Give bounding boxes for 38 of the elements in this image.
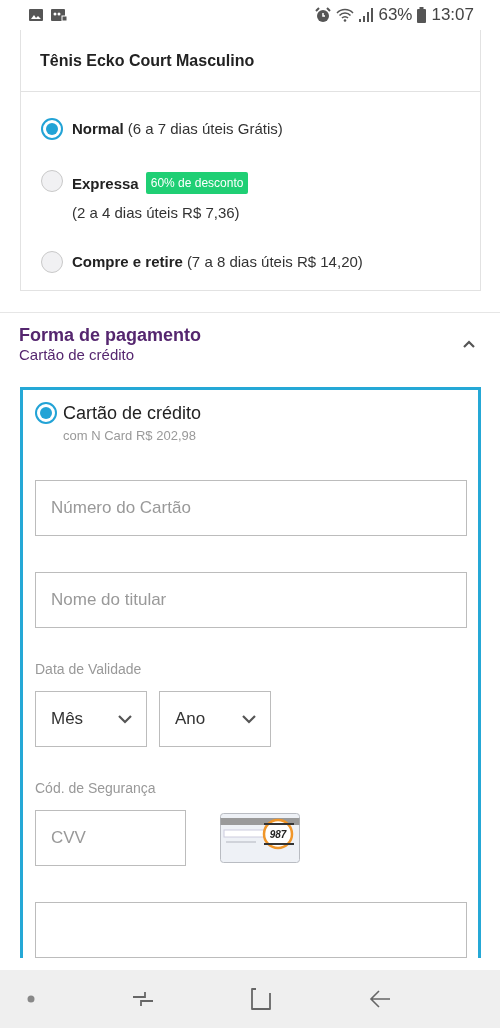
cvv-field[interactable]: CVV	[35, 810, 186, 866]
battery-percent: 63%	[378, 5, 413, 25]
payment-note: com N Card R$ 202,98	[63, 428, 196, 443]
text-field[interactable]: Nome do titular	[35, 572, 467, 628]
shipping-option-detail: (7 a 8 dias úteis R$ 14,20)	[186, 253, 363, 270]
radio-button[interactable]	[41, 118, 63, 140]
shipping-option-name: Normal	[72, 120, 124, 137]
signal-icon	[359, 8, 374, 22]
shipping-option-name: Expressa	[72, 174, 139, 192]
image-icon	[29, 9, 43, 21]
payment-method-label: Cartão de crédito	[63, 402, 202, 424]
radio-button[interactable]	[35, 402, 57, 424]
home-icon[interactable]	[250, 988, 273, 1010]
discount-badge: 60% de desconto	[145, 172, 249, 194]
radio-button[interactable]	[41, 251, 63, 273]
section-title: Forma de pagamento	[19, 325, 202, 345]
section-subtitle: Cartão de crédito	[19, 346, 135, 363]
select-field[interactable]: Mês	[35, 691, 147, 747]
wifi-icon	[336, 8, 355, 22]
shipping-option-detail: (6 a 7 dias úteis Grátis)	[127, 120, 283, 137]
app-notification-icon	[51, 9, 67, 21]
dropdown-chevron-icon	[118, 714, 132, 724]
text-field[interactable]	[35, 902, 467, 958]
dot-icon[interactable]	[27, 995, 35, 1003]
shipping-option-name: Compre e retire	[72, 253, 183, 270]
select-field[interactable]: Ano	[159, 691, 271, 747]
text-field[interactable]: Número do Cartão	[35, 480, 467, 536]
card-back-icon: 987	[220, 813, 300, 863]
product-title: Tênis Ecko Court Masculino	[40, 51, 255, 70]
alarm-icon	[315, 7, 332, 23]
shipping-option-detail: (2 a 4 dias úteis R$ 7,36)	[72, 204, 240, 221]
field-label: Cód. de Segurança	[35, 780, 156, 796]
back-icon[interactable]	[368, 988, 391, 1010]
field-label: Data de Validade	[35, 661, 142, 677]
radio-button[interactable]	[41, 170, 63, 192]
dropdown-chevron-icon	[242, 714, 256, 724]
clock: 13:07	[431, 5, 474, 25]
battery-icon	[417, 7, 427, 23]
